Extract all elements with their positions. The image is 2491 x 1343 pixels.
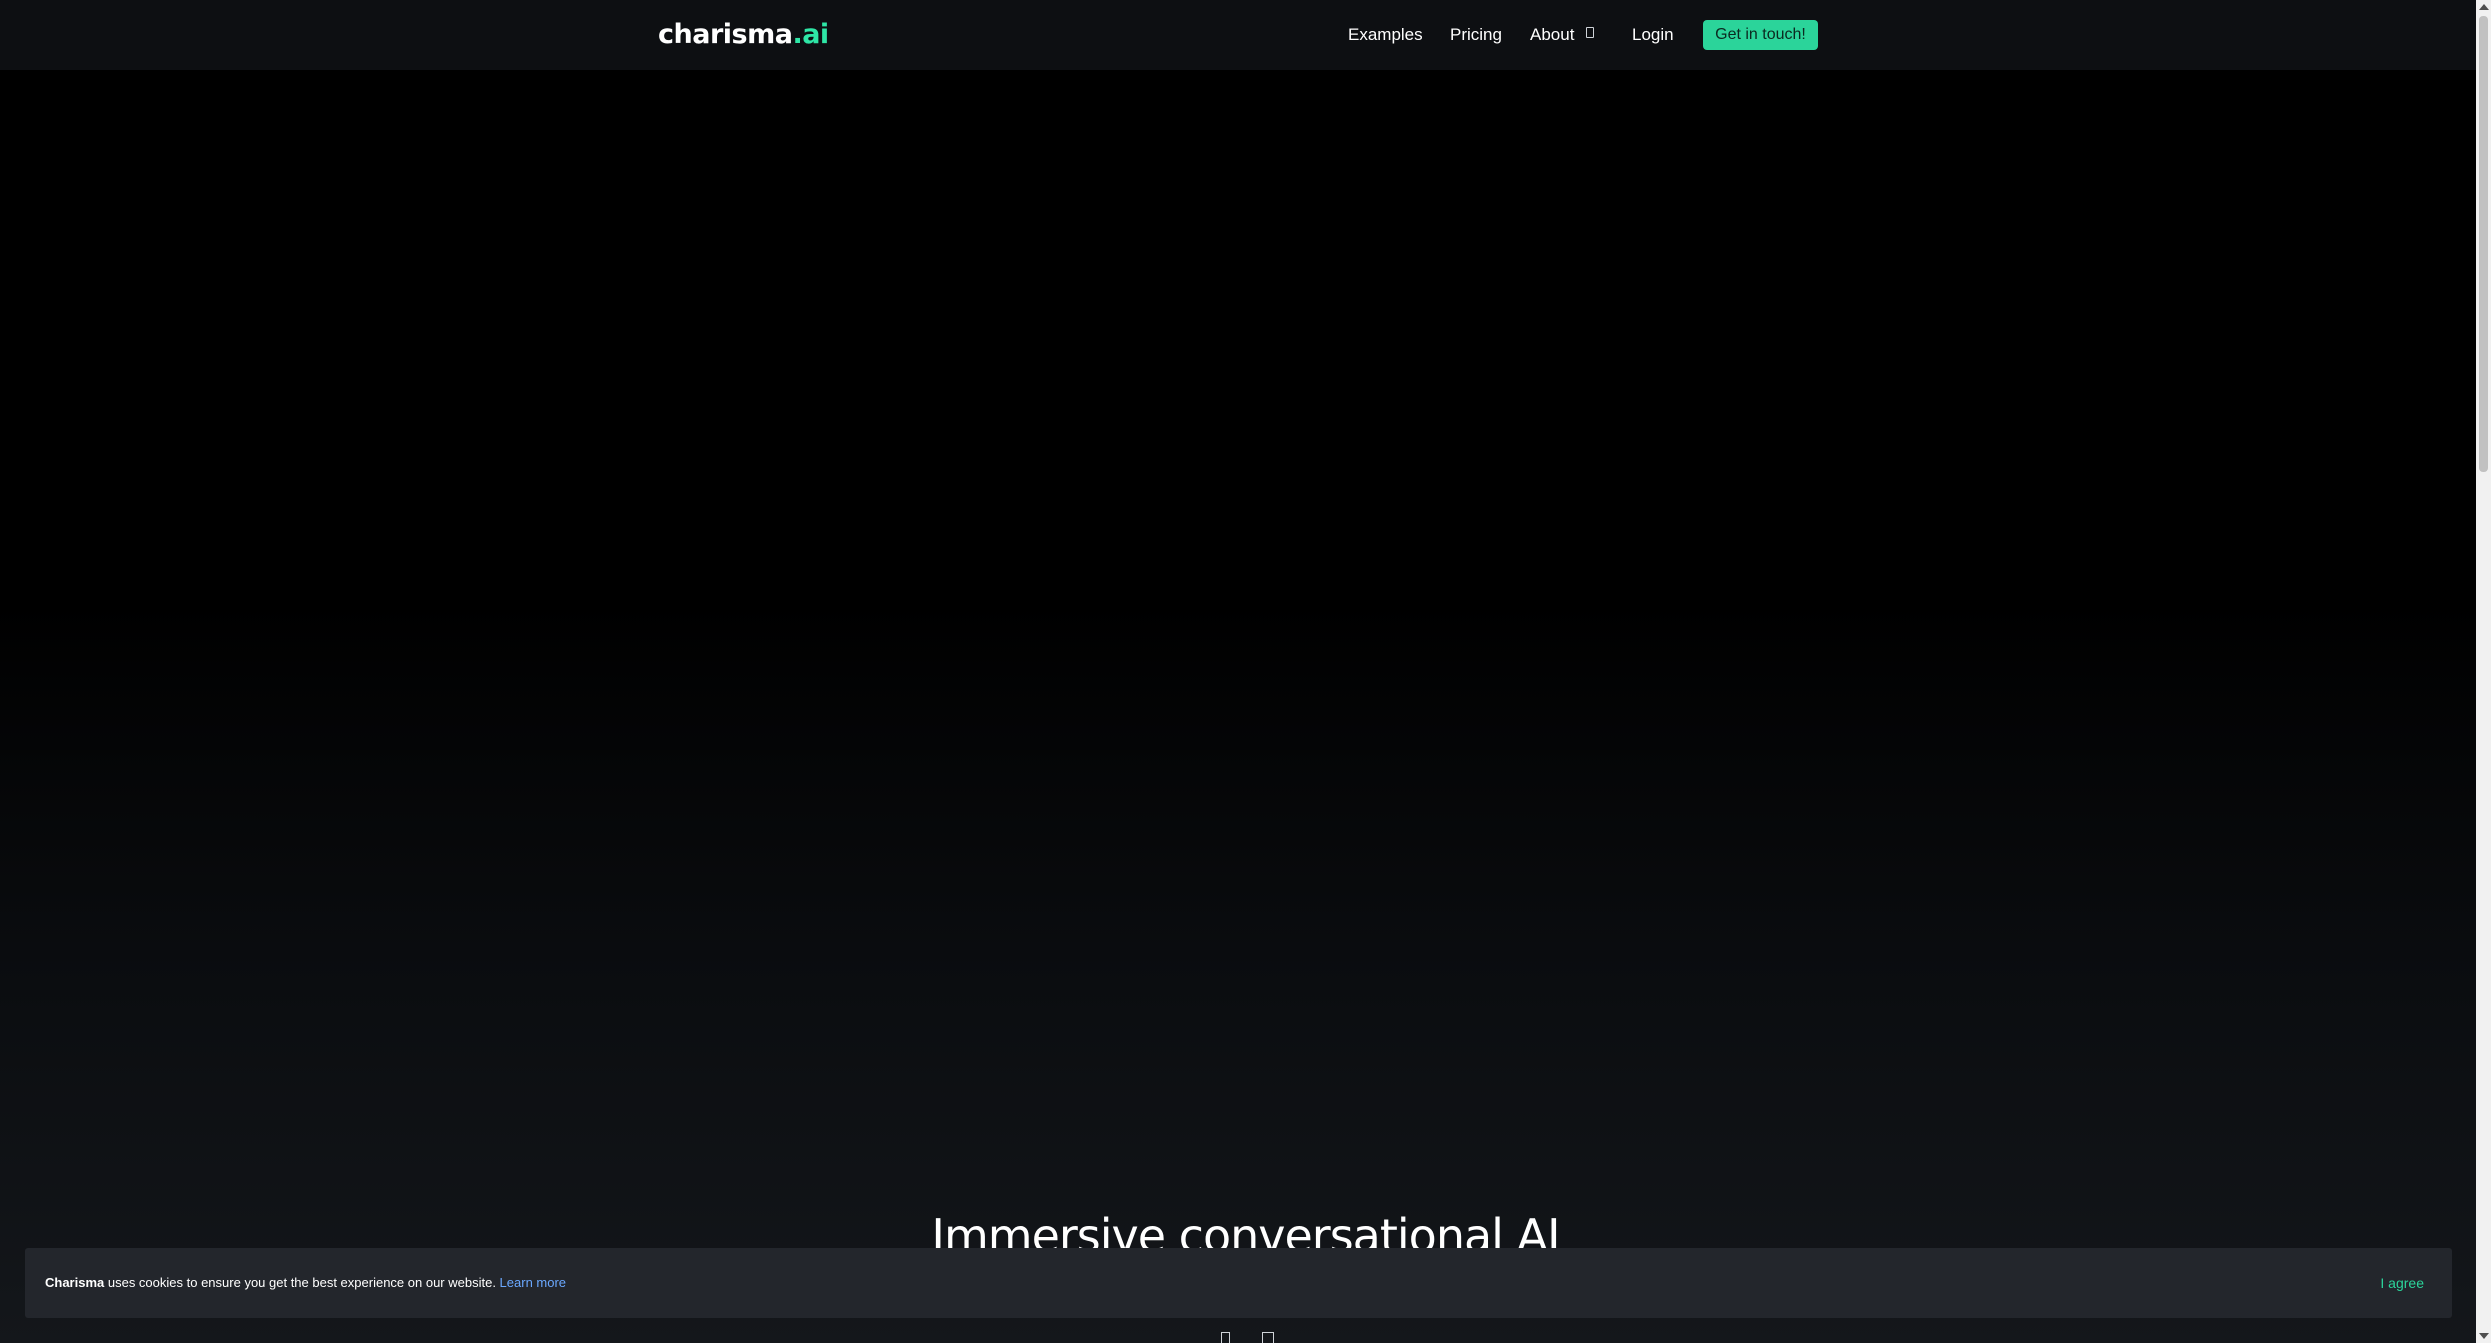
logo-main-text: charisma xyxy=(658,19,793,50)
nav-pricing-link[interactable]: Pricing xyxy=(1450,24,1502,46)
nav-examples-link[interactable]: Examples xyxy=(1348,24,1423,46)
charisma-logo[interactable]: charisma.ai xyxy=(658,17,829,53)
scrollbar-thumb[interactable] xyxy=(2479,16,2488,472)
cookie-message-text: uses cookies to ensure you get the best … xyxy=(104,1275,500,1290)
chevron-down-icon[interactable] xyxy=(1586,27,1594,38)
get-in-touch-button[interactable]: Get in touch! xyxy=(1703,20,1818,50)
cookie-agree-button[interactable]: I agree xyxy=(2380,1274,2424,1292)
cookie-brand: Charisma xyxy=(45,1275,105,1290)
cookie-banner: Charisma uses cookies to ensure you get … xyxy=(25,1248,2452,1318)
scroll-up-arrow-icon[interactable] xyxy=(2479,4,2489,10)
grid-icon xyxy=(1262,1332,1274,1343)
nav-login-link[interactable]: Login xyxy=(1632,24,1674,46)
logo-suffix-text: .ai xyxy=(792,19,829,50)
document-icon xyxy=(1221,1332,1230,1343)
learn-more-link[interactable]: Learn more xyxy=(500,1275,566,1290)
nav-about-link[interactable]: About xyxy=(1530,24,1574,46)
page: charisma.ai Examples Pricing About Login… xyxy=(0,0,2476,1343)
cookie-message: Charisma uses cookies to ensure you get … xyxy=(45,1274,566,1292)
top-navbar: charisma.ai Examples Pricing About Login… xyxy=(0,0,2476,70)
scroll-down-arrow-icon[interactable] xyxy=(2479,1333,2489,1339)
